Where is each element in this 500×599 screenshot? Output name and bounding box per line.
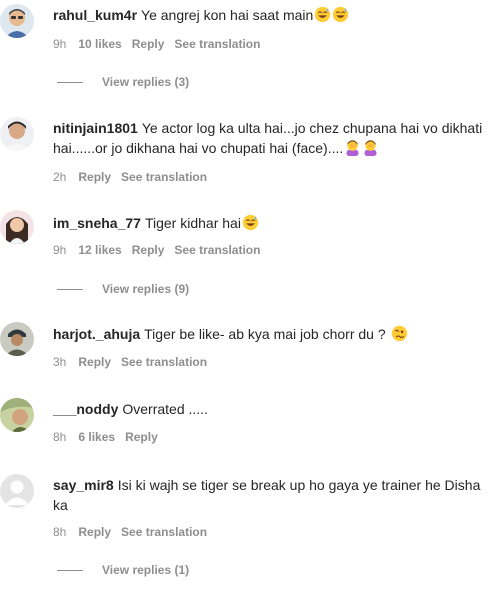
person-facepalming-emoji <box>364 140 377 156</box>
avatar[interactable] <box>0 474 34 508</box>
reply-button[interactable]: Reply <box>132 37 165 51</box>
see-translation-button[interactable]: See translation <box>174 37 260 51</box>
reply-button[interactable]: Reply <box>132 243 165 257</box>
likes-count[interactable]: 6 likes <box>78 430 115 444</box>
comment-text: harjot._ahuja Tiger be like- ab kya mai j… <box>53 324 496 344</box>
reply-button[interactable]: Reply <box>78 355 111 369</box>
comment-username[interactable]: harjot._ahuja <box>53 326 140 342</box>
see-translation-button[interactable]: See translation <box>121 525 207 539</box>
comment-time[interactable]: 8h <box>53 525 66 539</box>
grinning-sweat-emoji <box>333 6 349 23</box>
comment-meta: 3h Reply See translation <box>53 354 217 370</box>
comment-message: Ye angrej kon hai saat main <box>141 7 314 23</box>
comment-username[interactable]: rahul_kum4r <box>53 7 137 23</box>
reply-button[interactable]: Reply <box>78 170 111 184</box>
comment-username[interactable]: nitinjain1801 <box>53 120 138 136</box>
person-facepalming-emoji <box>346 140 359 156</box>
view-replies-button[interactable]: View replies (1) <box>57 562 189 578</box>
avatar[interactable] <box>0 322 34 356</box>
comment-meta: 8h 6 likes Reply <box>53 429 168 445</box>
comment-meta: 9h 10 likes Reply See translation <box>53 36 270 52</box>
avatar[interactable] <box>0 117 34 151</box>
avatar[interactable] <box>0 4 34 38</box>
likes-count[interactable]: 12 likes <box>78 243 121 257</box>
comment-text: nitinjain1801 Ye actor log ka ulta hai...… <box>53 118 496 158</box>
comment-message: Isi ki wajh se tiger se break up ho gaya… <box>53 477 481 513</box>
woozy-face-emoji <box>391 325 407 342</box>
likes-count[interactable]: 10 likes <box>78 37 121 51</box>
see-translation-button[interactable]: See translation <box>174 243 260 257</box>
view-replies-label: View replies (3) <box>102 75 190 89</box>
avatar[interactable] <box>0 398 34 432</box>
comment-text: rahul_kum4r Ye angrej kon hai saat main <box>53 5 496 25</box>
comment-message: Tiger be like- ab kya mai job chorr du ? <box>144 326 386 342</box>
comment-time[interactable]: 9h <box>53 37 66 51</box>
avatar[interactable] <box>0 210 34 244</box>
comment-text: ___noddy Overrated ..... <box>53 399 496 419</box>
comment-time[interactable]: 3h <box>53 355 66 369</box>
replies-divider <box>57 82 83 84</box>
comment-time[interactable]: 8h <box>53 430 66 444</box>
comment-message: Tiger kidhar hai <box>144 215 241 231</box>
comment-meta: 8h Reply See translation <box>53 524 217 540</box>
view-replies-button[interactable]: View replies (9) <box>57 281 189 297</box>
grinning-sweat-emoji <box>315 6 331 23</box>
view-replies-label: View replies (1) <box>102 563 190 577</box>
replies-divider <box>57 570 83 572</box>
comment-meta: 9h 12 likes Reply See translation <box>53 242 270 258</box>
comment-username[interactable]: im_sneha_77 <box>53 215 141 231</box>
view-replies-label: View replies (9) <box>102 282 190 296</box>
comment-time[interactable]: 2h <box>53 170 66 184</box>
comment-time[interactable]: 9h <box>53 243 66 257</box>
comment-message: Overrated ..... <box>122 401 208 417</box>
comment-meta: 2h Reply See translation <box>53 169 217 185</box>
reply-button[interactable]: Reply <box>125 430 158 444</box>
reply-button[interactable]: Reply <box>78 525 111 539</box>
replies-divider <box>57 289 83 291</box>
comment-text: say_mir8 Isi ki wajh se tiger se break up… <box>53 475 496 515</box>
comment-text: im_sneha_77 Tiger kidhar hai <box>53 213 496 233</box>
view-replies-button[interactable]: View replies (3) <box>57 74 189 90</box>
comment-username[interactable]: ___noddy <box>53 401 118 417</box>
see-translation-button[interactable]: See translation <box>121 170 207 184</box>
grinning-sweat-emoji <box>242 214 259 231</box>
comment-username[interactable]: say_mir8 <box>53 477 114 493</box>
see-translation-button[interactable]: See translation <box>121 355 207 369</box>
